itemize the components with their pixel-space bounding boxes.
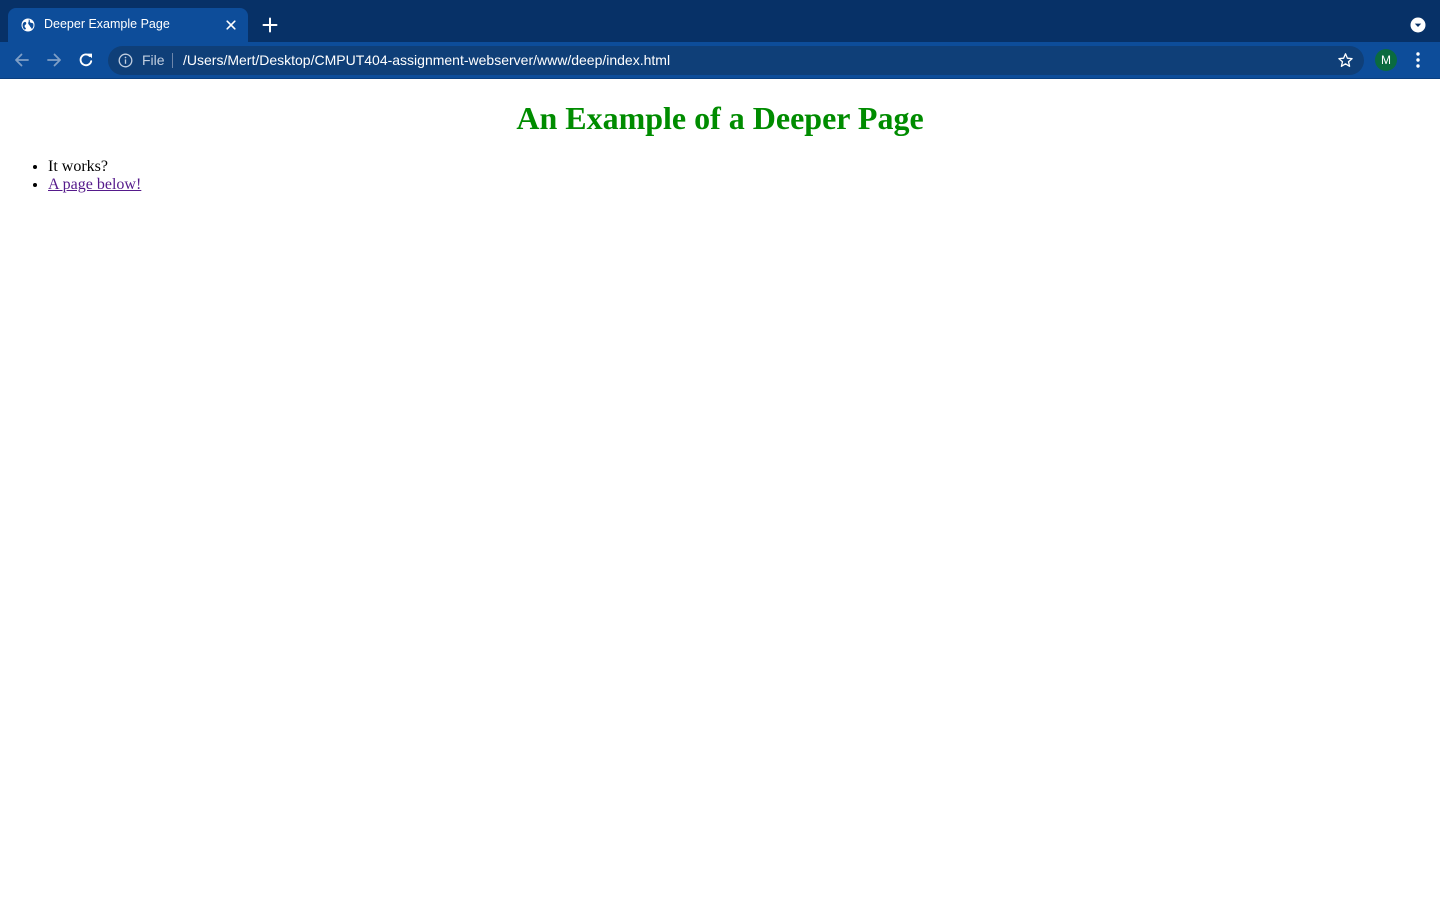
star-icon[interactable] (1337, 52, 1354, 69)
forward-arrow-icon[interactable] (44, 50, 64, 70)
back-arrow-icon[interactable] (12, 50, 32, 70)
reload-icon[interactable] (76, 50, 96, 70)
page-title: An Example of a Deeper Page (516, 100, 924, 136)
tab-title: Deeper Example Page (44, 17, 170, 31)
page-below-link[interactable]: A page below! (48, 176, 141, 193)
list-item: A page below! (48, 176, 1440, 194)
url-text[interactable]: /Users/Mert/Desktop/CMPUT404-assignment-… (183, 52, 670, 68)
tab-strip: Deeper Example Page (0, 0, 1440, 42)
kebab-menu-icon[interactable] (1410, 50, 1426, 70)
plus-icon[interactable] (258, 13, 282, 37)
address-bar[interactable]: File /Users/Mert/Desktop/CMPUT404-assign… (108, 46, 1364, 75)
omnibox-divider (172, 53, 173, 68)
list-item-text: It works? (48, 158, 108, 175)
browser-window: Deeper Example Page File /Users/Mert/Des… (0, 0, 1440, 900)
page-viewport: An Example of a Deeper Page It works? A … (0, 79, 1440, 900)
tab-deeper-example-page[interactable]: Deeper Example Page (8, 8, 248, 42)
scheme-label: File (142, 52, 165, 68)
info-icon[interactable] (118, 53, 133, 68)
close-icon[interactable] (223, 17, 239, 33)
list-item: It works? (48, 158, 1440, 176)
chevron-down-icon[interactable] (1410, 17, 1426, 33)
profile-avatar[interactable]: M (1375, 49, 1397, 71)
page-list: It works? A page below! (0, 158, 1440, 194)
toolbar: File /Users/Mert/Desktop/CMPUT404-assign… (0, 42, 1440, 79)
globe-icon (21, 18, 35, 32)
